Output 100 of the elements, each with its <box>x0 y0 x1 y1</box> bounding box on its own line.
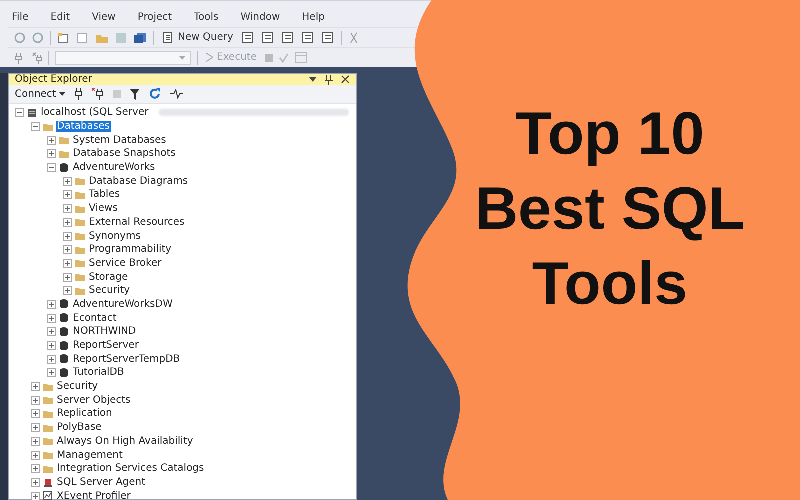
database-query-icon[interactable] <box>281 32 296 44</box>
expand-icon[interactable] <box>31 492 40 500</box>
menu-item[interactable]: Project <box>138 12 172 23</box>
new-project-icon[interactable] <box>57 32 70 44</box>
expand-icon[interactable] <box>31 436 40 446</box>
expand-icon[interactable] <box>31 423 40 432</box>
tree-item[interactable]: ReportServer <box>72 340 140 352</box>
new-query-button[interactable]: New Query <box>160 32 236 44</box>
folder-icon <box>75 176 85 186</box>
expand-icon[interactable] <box>47 300 56 309</box>
collapse-icon[interactable] <box>15 108 24 118</box>
expand-icon[interactable] <box>47 354 56 364</box>
expand-icon[interactable] <box>63 245 72 254</box>
tree-item[interactable]: Always On High Availability <box>56 436 194 447</box>
menu-item[interactable]: Edit <box>50 12 70 23</box>
tree-item[interactable]: External Resources <box>88 216 186 228</box>
database-icon <box>59 368 69 378</box>
expand-icon[interactable] <box>31 464 40 474</box>
tree-item[interactable]: SQL Server Agent <box>56 476 147 488</box>
database-icon <box>59 162 69 173</box>
tree-item[interactable]: Database Snapshots <box>72 148 177 160</box>
tree-item[interactable]: Security <box>88 285 132 296</box>
tree-item[interactable]: Synonyms <box>88 230 142 242</box>
expand-icon[interactable] <box>31 409 40 418</box>
tree-item[interactable]: localhost (SQL Server <box>40 107 150 118</box>
tree-item[interactable]: ReportServerTempDB <box>72 354 182 365</box>
collapse-icon[interactable] <box>47 163 56 172</box>
menu-item[interactable]: File <box>12 12 29 23</box>
database-query-icon[interactable] <box>261 32 276 44</box>
folder-icon <box>75 286 85 296</box>
check-icon[interactable] <box>279 52 289 62</box>
close-icon[interactable] <box>341 75 350 84</box>
expand-icon[interactable] <box>63 204 72 214</box>
tree-item[interactable]: Server Objects <box>56 394 132 406</box>
expand-icon[interactable] <box>31 478 40 487</box>
tree-item[interactable]: System Databases <box>72 134 168 146</box>
disconnect-icon[interactable] <box>92 88 104 100</box>
tree-item[interactable]: AdventureWorks <box>72 162 156 174</box>
expand-icon[interactable] <box>47 314 56 323</box>
tree-item[interactable]: Econtact <box>72 312 118 324</box>
tree-item[interactable]: Views <box>88 203 119 214</box>
expand-icon[interactable] <box>63 286 72 296</box>
menu-item[interactable]: Help <box>302 12 325 23</box>
tree-item[interactable]: Storage <box>88 272 130 283</box>
expand-icon[interactable] <box>31 382 40 392</box>
folder-icon <box>43 436 53 446</box>
tree-item[interactable]: AdventureWorksDW <box>72 298 174 310</box>
collapse-icon[interactable] <box>31 122 40 132</box>
folder-icon <box>43 422 53 433</box>
expand-icon[interactable] <box>63 272 72 282</box>
expand-icon[interactable] <box>47 136 56 145</box>
expand-icon[interactable] <box>47 327 56 336</box>
database-query-icon[interactable] <box>241 32 256 44</box>
filter-icon[interactable] <box>130 88 140 100</box>
refresh-icon[interactable] <box>149 88 162 100</box>
menu-item[interactable]: Tools <box>194 12 219 23</box>
plug-icon[interactable] <box>75 88 84 100</box>
tree-item[interactable]: TutorialDB <box>72 367 126 378</box>
menu-item[interactable]: View <box>92 12 116 23</box>
activity-icon[interactable] <box>170 89 184 99</box>
headline: Top 10 Best SQL Tools <box>474 99 746 319</box>
server-icon <box>27 108 37 118</box>
tree-item[interactable]: Service Broker <box>88 258 163 269</box>
tree-item[interactable]: PolyBase <box>56 422 103 434</box>
folder-icon <box>75 231 85 242</box>
tree-item[interactable]: Management <box>56 450 124 461</box>
connect-button[interactable]: Connect <box>15 88 66 100</box>
tree-item[interactable]: Database Diagrams <box>88 176 190 187</box>
expand-icon[interactable] <box>63 176 72 186</box>
tree-item[interactable]: Replication <box>56 408 114 420</box>
expand-icon[interactable] <box>31 396 40 405</box>
menu-item[interactable]: Window <box>240 12 280 23</box>
expand-icon[interactable] <box>63 232 72 241</box>
dropdown-icon[interactable] <box>309 77 317 82</box>
agent-icon <box>43 477 53 488</box>
pin-icon[interactable] <box>325 74 333 84</box>
tree-item[interactable]: Tables <box>88 189 122 200</box>
play-icon <box>206 53 213 62</box>
tree-item[interactable]: Programmability <box>88 244 173 256</box>
folder-icon <box>59 135 69 146</box>
caret-icon <box>59 92 66 96</box>
expand-icon[interactable] <box>47 368 56 378</box>
expand-icon[interactable] <box>47 149 56 158</box>
folder-icon <box>75 258 85 268</box>
tree-item[interactable]: NORTHWIND <box>72 326 138 338</box>
expand-icon[interactable] <box>31 450 40 460</box>
tree-item[interactable]: Databases <box>56 121 111 132</box>
save-all-icon[interactable] <box>133 32 147 44</box>
expand-icon[interactable] <box>63 218 72 227</box>
tree-item[interactable]: XEvent Profiler <box>56 490 132 500</box>
expand-icon[interactable] <box>63 190 72 200</box>
document-icon <box>162 32 174 44</box>
panel-title: Object Explorer <box>15 74 92 85</box>
expand-icon[interactable] <box>63 258 72 268</box>
database-query-icon[interactable] <box>301 32 316 44</box>
tree-item[interactable]: Security <box>56 381 100 392</box>
database-query-icon[interactable] <box>321 32 336 44</box>
expand-icon[interactable] <box>47 341 56 350</box>
folder-icon <box>75 272 85 282</box>
tree-item[interactable]: Integration Services Catalogs <box>56 463 206 474</box>
